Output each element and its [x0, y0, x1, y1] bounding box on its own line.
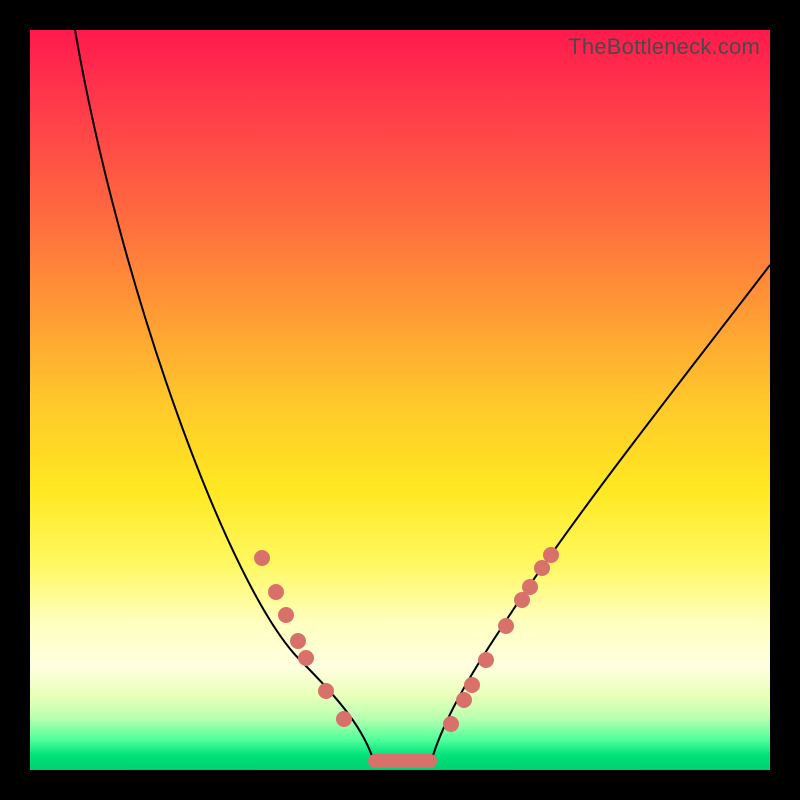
plot-area: TheBottleneck.com	[30, 30, 770, 770]
data-marker	[278, 607, 294, 623]
curves-layer	[30, 30, 770, 770]
data-marker	[498, 618, 514, 634]
data-marker	[298, 650, 314, 666]
chart-frame: TheBottleneck.com	[0, 0, 800, 800]
data-marker	[464, 677, 480, 693]
right-curve	[430, 265, 770, 765]
data-marker	[534, 560, 550, 576]
data-marker	[318, 683, 334, 699]
data-marker	[543, 547, 559, 563]
data-marker	[290, 633, 306, 649]
data-marker	[522, 579, 538, 595]
data-marker	[443, 716, 459, 732]
left-curve	[75, 30, 375, 765]
data-marker	[478, 652, 494, 668]
data-marker	[254, 550, 270, 566]
data-marker	[336, 711, 352, 727]
data-marker	[456, 692, 472, 708]
data-marker	[268, 584, 284, 600]
markers-right	[443, 547, 559, 732]
